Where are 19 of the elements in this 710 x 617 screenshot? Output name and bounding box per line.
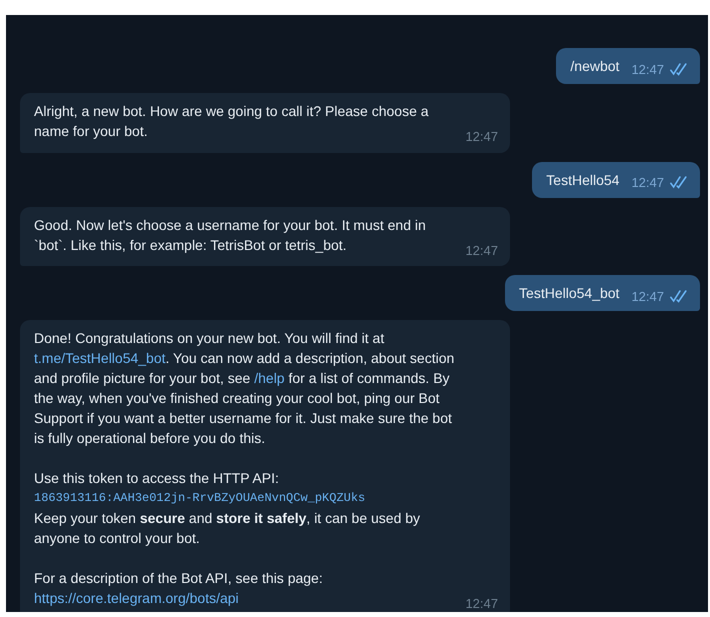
message-time: 12:47 bbox=[465, 128, 498, 146]
message-time: 12:47 bbox=[631, 60, 664, 78]
message-text: Use this token to access the HTTP API: bbox=[34, 469, 280, 488]
link[interactable]: t.me/TestHello54_bot bbox=[34, 350, 166, 366]
message-text: TestHello54_bot bbox=[519, 284, 620, 303]
link[interactable]: /help bbox=[254, 370, 285, 386]
message-text: Done! Congratulations on your new bot. You will find it at t.me/TestHello54_bot. You can now add a description, about section and profile picture for your bot, see /help for a list of commands. By the way, when you've finished creating your cool bot, ping our Bot Support if you want a better username for it. Just make sure the bot is fully operational before you do this. bbox=[34, 329, 456, 448]
message-text: For a description of the Bot API, see this page: bbox=[34, 569, 324, 588]
message-text: Alright, a new bot. How are we going to call it? Please choose a name for your bot. bbox=[34, 102, 430, 141]
link[interactable]: https://core.telegram.org/bots/api bbox=[34, 590, 239, 606]
message-text: Good. Now let's choose a username for your bot. It must end in `bot`. Like this, for example: TetrisBot or tetris_bot. bbox=[34, 216, 427, 254]
message-text: TestHello54 bbox=[546, 170, 620, 190]
token-code: 1863913116:AAH3e012jn-RrvBZyOUAeNvnQCw_pKQZUks bbox=[34, 490, 366, 507]
message-text: Keep your token secure and store it safely, it can be used by anyone to control your bot. bbox=[34, 509, 422, 548]
message-time: 12:47 bbox=[465, 242, 498, 260]
message-time: 12:47 bbox=[631, 174, 664, 192]
message-time: 12:47 bbox=[631, 288, 664, 306]
message-text: /newbot bbox=[570, 57, 620, 76]
message-time: 12:47 bbox=[465, 595, 498, 612]
